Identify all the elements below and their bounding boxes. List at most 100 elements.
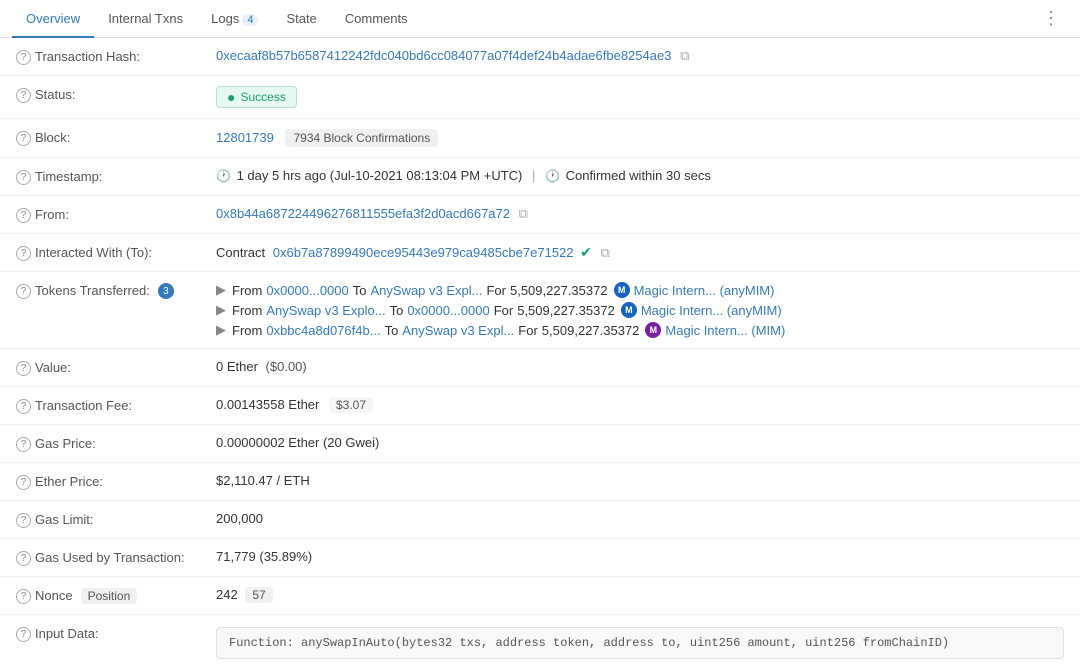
interacted-with-label: ? Interacted With (To): <box>16 244 216 261</box>
tab-comments[interactable]: Comments <box>331 1 422 38</box>
value-row: ? Value: 0 Ether ($0.00) <box>0 349 1080 387</box>
ether-price-row: ? Ether Price: $2,110.47 / ETH <box>0 463 1080 501</box>
copy-tx-hash-icon[interactable]: ⧉ <box>680 48 689 64</box>
gas-price-row: ? Gas Price: 0.00000002 Ether (20 Gwei) <box>0 425 1080 463</box>
help-icon-tokens[interactable]: ? <box>16 284 31 299</box>
help-icon-nonce[interactable]: ? <box>16 589 31 604</box>
input-data-value: Function: anySwapInAuto(bytes32 txs, add… <box>216 625 1064 659</box>
ether-price-value: $2,110.47 / ETH <box>216 473 1064 488</box>
help-icon-value[interactable]: ? <box>16 361 31 376</box>
to-address-link[interactable]: 0x6b7a87899490ece95443e979ca9485cbe7e715… <box>273 245 574 260</box>
nonce-row: ? Nonce Position 242 57 <box>0 577 1080 615</box>
help-icon-timestamp[interactable]: ? <box>16 170 31 185</box>
timestamp-label: ? Timestamp: <box>16 168 216 185</box>
gas-used-label: ? Gas Used by Transaction: <box>16 549 216 566</box>
from-label: ? From: <box>16 206 216 223</box>
ether-price-label: ? Ether Price: <box>16 473 216 490</box>
tokens-transferred-row: ? Tokens Transferred: 3 ▶ From 0x0000...… <box>0 272 1080 349</box>
tx-hash-link[interactable]: 0xecaaf8b57b6587412242fdc040bd6cc084077a… <box>216 48 671 63</box>
nonce-position-badge: Position <box>81 588 138 604</box>
overview-content: ? Transaction Hash: 0xecaaf8b57b65874122… <box>0 38 1080 669</box>
transfer1-to-link[interactable]: AnySwap v3 Expl... <box>370 283 482 298</box>
transfer3-token-link[interactable]: Magic Intern... (MIM) <box>665 323 785 338</box>
copy-to-icon[interactable]: ⧉ <box>601 245 610 261</box>
help-icon-status[interactable]: ? <box>16 88 31 103</box>
status-badge: ● Success <box>216 86 297 108</box>
tokens-transferred-label: ? Tokens Transferred: 3 <box>16 282 216 299</box>
help-icon-gas-limit[interactable]: ? <box>16 513 31 528</box>
transfer3-to-link[interactable]: AnySwap v3 Expl... <box>402 323 514 338</box>
help-icon-block[interactable]: ? <box>16 131 31 146</box>
transfer2-token-link[interactable]: Magic Intern... (anyMIM) <box>641 303 782 318</box>
tab-internal-txns[interactable]: Internal Txns <box>94 1 197 38</box>
value-label: ? Value: <box>16 359 216 376</box>
transaction-fee-row: ? Transaction Fee: 0.00143558 Ether $3.0… <box>0 387 1080 425</box>
tab-logs[interactable]: Logs4 <box>197 1 272 38</box>
transfer2-to-link[interactable]: 0x0000...0000 <box>407 303 489 318</box>
tokens-badge: 3 <box>158 283 174 299</box>
gas-price-value: 0.00000002 Ether (20 Gwei) <box>216 435 1064 450</box>
timestamp-row: ? Timestamp: 🕐 1 day 5 hrs ago (Jul-10-2… <box>0 158 1080 196</box>
help-icon-input-data[interactable]: ? <box>16 627 31 642</box>
interacted-with-value: Contract 0x6b7a87899490ece95443e979ca948… <box>216 244 1064 261</box>
nonce-label: ? Nonce Position <box>16 587 216 604</box>
tab-state[interactable]: State <box>272 1 330 38</box>
tokens-transferred-value: ▶ From 0x0000...0000 To AnySwap v3 Expl.… <box>216 282 1064 338</box>
block-number-link[interactable]: 12801739 <box>216 130 274 145</box>
tab-bar: Overview Internal Txns Logs4 State Comme… <box>0 0 1080 38</box>
input-data-box: Function: anySwapInAuto(bytes32 txs, add… <box>216 627 1064 659</box>
status-value: ● Success <box>216 86 1064 108</box>
input-data-label: ? Input Data: <box>16 625 216 642</box>
block-confirmations-badge: 7934 Block Confirmations <box>285 129 438 147</box>
arrow-icon: ▶ <box>216 322 226 338</box>
token-transfer-1: ▶ From 0x0000...0000 To AnySwap v3 Expl.… <box>216 282 1064 298</box>
help-icon-ether-price[interactable]: ? <box>16 475 31 490</box>
gas-limit-row: ? Gas Limit: 200,000 <box>0 501 1080 539</box>
help-icon-tx-hash[interactable]: ? <box>16 50 31 65</box>
more-options-button[interactable]: ⋮ <box>1034 0 1068 37</box>
transaction-fee-usd-badge: $3.07 <box>329 397 373 413</box>
block-value: 12801739 7934 Block Confirmations <box>216 129 1064 147</box>
help-icon-gas-used[interactable]: ? <box>16 551 31 566</box>
transaction-hash-value: 0xecaaf8b57b6587412242fdc040bd6cc084077a… <box>216 48 1064 64</box>
block-row: ? Block: 12801739 7934 Block Confirmatio… <box>0 119 1080 158</box>
gas-used-row: ? Gas Used by Transaction: 71,779 (35.89… <box>0 539 1080 577</box>
token-transfer-2: ▶ From AnySwap v3 Explo... To 0x0000...0… <box>216 302 1064 318</box>
verified-icon: ✔ <box>580 244 592 260</box>
status-dot-icon: ● <box>227 89 235 105</box>
token2-icon: M <box>621 302 637 318</box>
value-value: 0 Ether ($0.00) <box>216 359 1064 374</box>
clock-icon: 🕐 <box>216 169 231 183</box>
transaction-fee-value: 0.00143558 Ether $3.07 <box>216 397 1064 413</box>
confirm-clock-icon: 🕐 <box>545 169 560 183</box>
transfer1-token-link[interactable]: Magic Intern... (anyMIM) <box>634 283 775 298</box>
transfer3-from-link[interactable]: 0xbbc4a8d076f4b... <box>266 323 380 338</box>
transfer1-amount: 5,509,227.35372 <box>510 283 608 298</box>
gas-limit-value: 200,000 <box>216 511 1064 526</box>
status-row: ? Status: ● Success <box>0 76 1080 119</box>
from-address-link[interactable]: 0x8b44a687224496276811555efa3f2d0acd667a… <box>216 206 510 221</box>
transaction-page: Overview Internal Txns Logs4 State Comme… <box>0 0 1080 669</box>
input-data-row: ? Input Data: Function: anySwapInAuto(by… <box>0 615 1080 669</box>
transfer1-from-link[interactable]: 0x0000...0000 <box>266 283 348 298</box>
transaction-hash-row: ? Transaction Hash: 0xecaaf8b57b65874122… <box>0 38 1080 76</box>
help-icon-from[interactable]: ? <box>16 208 31 223</box>
from-row: ? From: 0x8b44a687224496276811555efa3f2d… <box>0 196 1080 234</box>
nonce-position-value: 57 <box>245 587 272 603</box>
help-icon-gas-price[interactable]: ? <box>16 437 31 452</box>
gas-limit-label: ? Gas Limit: <box>16 511 216 528</box>
interacted-with-row: ? Interacted With (To): Contract 0x6b7a8… <box>0 234 1080 272</box>
status-label: ? Status: <box>16 86 216 103</box>
tab-overview[interactable]: Overview <box>12 1 94 38</box>
nonce-value: 242 57 <box>216 587 1064 603</box>
help-icon-to[interactable]: ? <box>16 246 31 261</box>
copy-from-icon[interactable]: ⧉ <box>519 206 528 222</box>
transfer2-amount: 5,509,227.35372 <box>517 303 615 318</box>
token-transfer-3: ▶ From 0xbbc4a8d076f4b... To AnySwap v3 … <box>216 322 1064 338</box>
transaction-fee-label: ? Transaction Fee: <box>16 397 216 414</box>
transfer3-amount: 5,509,227.35372 <box>542 323 640 338</box>
help-icon-fee[interactable]: ? <box>16 399 31 414</box>
transaction-hash-label: ? Transaction Hash: <box>16 48 216 65</box>
transfer2-from-link[interactable]: AnySwap v3 Explo... <box>266 303 385 318</box>
arrow-icon: ▶ <box>216 282 226 298</box>
